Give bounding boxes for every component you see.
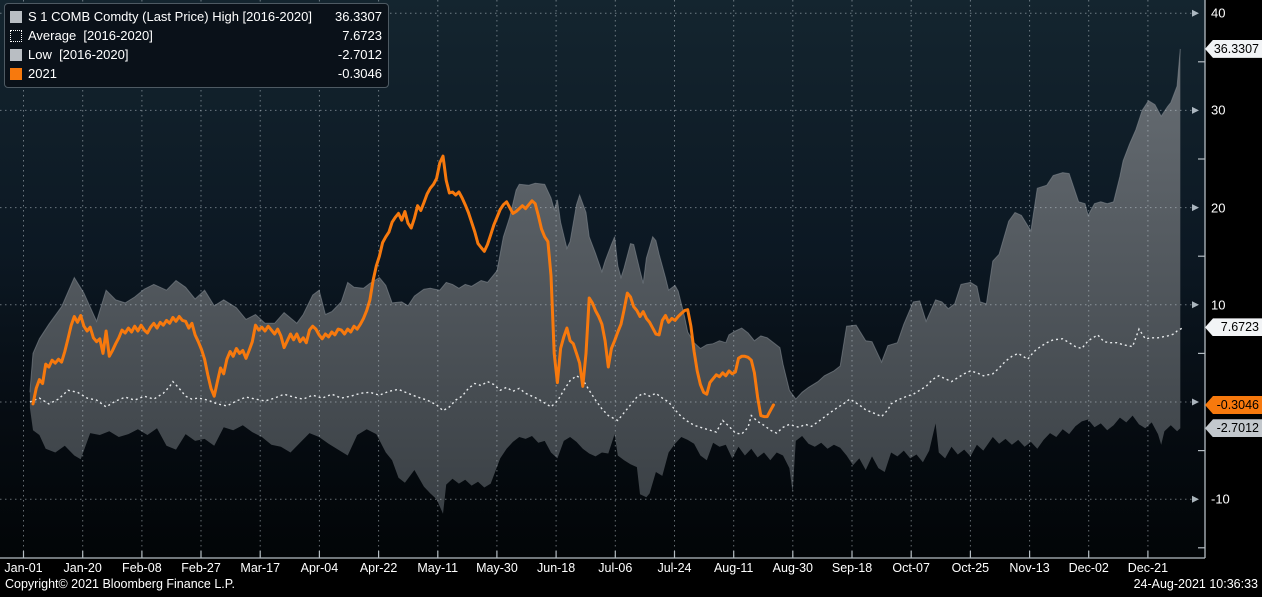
- x-axis-label: Dec-21: [1127, 561, 1169, 575]
- legend-row[interactable]: 2021 -0.3046: [10, 64, 382, 83]
- y-axis-label: 10: [1211, 297, 1226, 313]
- x-axis-label: Oct-07: [892, 561, 930, 575]
- timestamp-text: 24-Aug-2021 10:36:33: [1133, 577, 1258, 591]
- bloomberg-chart-window: S 1 COMB Comdty (Last Price) High [2016-…: [0, 0, 1262, 597]
- legend-series-label: Average [2016-2020]: [28, 28, 153, 43]
- y-axis-label: 20: [1211, 200, 1226, 216]
- legend-series-label: S 1 COMB Comdty (Last Price) High [2016-…: [28, 9, 312, 24]
- x-axis-label: May-11: [417, 561, 459, 575]
- x-axis-label: Nov-13: [1009, 561, 1050, 575]
- legend-swatch-dotted-icon: [10, 29, 22, 42]
- legend-box: S 1 COMB Comdty (Last Price) High [2016-…: [4, 3, 389, 88]
- legend-row[interactable]: Average [2016-2020] 7.6723: [10, 26, 382, 45]
- footer-bar: Copyright© 2021 Bloomberg Finance L.P. 2…: [0, 577, 1262, 597]
- x-axis-label: Aug-30: [772, 561, 813, 575]
- seasonality-chart-plot[interactable]: [0, 0, 1262, 597]
- legend-series-value: 7.6723: [342, 28, 382, 43]
- y-axis-label: 30: [1211, 102, 1226, 118]
- legend-swatch-gray-icon: [10, 48, 22, 61]
- x-axis-label: Apr-04: [300, 561, 339, 575]
- legend-series-label: Low [2016-2020]: [28, 47, 129, 62]
- legend-row[interactable]: S 1 COMB Comdty (Last Price) High [2016-…: [10, 7, 382, 26]
- y-axis-label: 40: [1211, 5, 1226, 21]
- x-axis-label: Jul-24: [657, 561, 692, 575]
- legend-series-value: -2.7012: [337, 47, 382, 62]
- legend-series-label: 2021: [28, 66, 57, 81]
- x-axis-label: Jun-18: [536, 561, 576, 575]
- x-axis-label: Aug-11: [713, 561, 754, 575]
- x-axis-label: Mar-17: [240, 561, 281, 575]
- x-axis-label: Feb-08: [122, 561, 162, 575]
- x-axis-label: Sep-18: [831, 561, 873, 575]
- last-value-tag: 7.6723: [1205, 318, 1262, 337]
- legend-series-value: 36.3307: [335, 9, 382, 24]
- x-axis-label: Jan-01: [4, 561, 43, 575]
- legend-row[interactable]: Low [2016-2020] -2.7012: [10, 45, 382, 64]
- x-axis-label: Feb-27: [181, 561, 221, 575]
- x-axis-label: Apr-22: [359, 561, 398, 575]
- legend-swatch-orange-icon: [10, 67, 22, 80]
- legend-swatch-gray-icon: [10, 10, 22, 23]
- last-value-tag: -2.7012: [1205, 419, 1262, 438]
- last-value-tag: 36.3307: [1205, 39, 1262, 58]
- y-axis-label: -10: [1211, 491, 1230, 507]
- copyright-text: Copyright© 2021 Bloomberg Finance L.P.: [5, 577, 235, 591]
- x-axis-label: Jul-06: [598, 561, 633, 575]
- x-axis-label: Jan-20: [63, 561, 102, 575]
- x-axis-label: Oct-25: [951, 561, 990, 575]
- last-value-tag: -0.3046: [1205, 395, 1262, 414]
- x-axis-label: May-30: [476, 561, 518, 575]
- x-axis-label: Dec-02: [1068, 561, 1109, 575]
- legend-series-value: -0.3046: [337, 66, 382, 81]
